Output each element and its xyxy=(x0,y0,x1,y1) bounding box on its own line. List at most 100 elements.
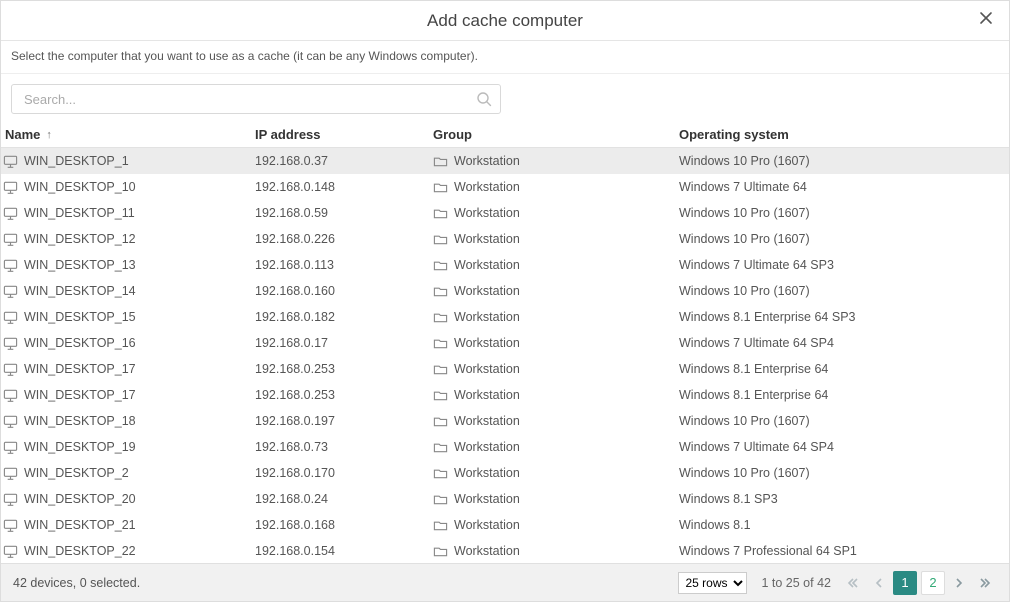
table-row[interactable]: WIN_DESKTOP_10192.168.0.148WorkstationWi… xyxy=(1,174,1009,200)
table-row[interactable]: WIN_DESKTOP_18192.168.0.197WorkstationWi… xyxy=(1,408,1009,434)
table-row[interactable]: WIN_DESKTOP_14192.168.0.160WorkstationWi… xyxy=(1,278,1009,304)
col-header-os[interactable]: Operating system xyxy=(679,127,1009,142)
cell-ip: 192.168.0.148 xyxy=(255,180,433,194)
close-icon xyxy=(979,11,993,25)
close-button[interactable] xyxy=(977,11,995,29)
monitor-icon xyxy=(3,440,18,455)
table-row[interactable]: WIN_DESKTOP_21192.168.0.168WorkstationWi… xyxy=(1,512,1009,538)
folder-icon xyxy=(433,388,448,403)
computer-name: WIN_DESKTOP_18 xyxy=(24,414,136,428)
search-row xyxy=(1,74,1009,122)
table-row[interactable]: WIN_DESKTOP_16192.168.0.17WorkstationWin… xyxy=(1,330,1009,356)
cell-name: WIN_DESKTOP_12 xyxy=(3,232,255,247)
monitor-icon xyxy=(3,284,18,299)
status-text: 42 devices, 0 selected. xyxy=(13,576,140,590)
cell-os: Windows 8.1 xyxy=(679,518,1009,532)
page-size-select[interactable]: 25 rows xyxy=(678,572,747,594)
group-name: Workstation xyxy=(454,414,520,428)
computer-name: WIN_DESKTOP_20 xyxy=(24,492,136,506)
cell-ip: 192.168.0.168 xyxy=(255,518,433,532)
group-name: Workstation xyxy=(454,310,520,324)
monitor-icon xyxy=(3,492,18,507)
folder-icon xyxy=(433,284,448,299)
monitor-icon xyxy=(3,414,18,429)
folder-icon xyxy=(433,336,448,351)
cell-name: WIN_DESKTOP_13 xyxy=(3,258,255,273)
cell-name: WIN_DESKTOP_18 xyxy=(3,414,255,429)
table-body[interactable]: WIN_DESKTOP_1192.168.0.37WorkstationWind… xyxy=(1,148,1009,563)
folder-icon xyxy=(433,440,448,455)
search-box[interactable] xyxy=(11,84,501,114)
cell-ip: 192.168.0.154 xyxy=(255,544,433,558)
monitor-icon xyxy=(3,310,18,325)
folder-icon xyxy=(433,206,448,221)
cell-group: Workstation xyxy=(433,440,679,455)
computer-name: WIN_DESKTOP_1 xyxy=(24,154,129,168)
col-header-group[interactable]: Group xyxy=(433,127,679,142)
range-text: 1 to 25 of 42 xyxy=(761,576,831,590)
table-row[interactable]: WIN_DESKTOP_17192.168.0.253WorkstationWi… xyxy=(1,356,1009,382)
cell-os: Windows 10 Pro (1607) xyxy=(679,154,1009,168)
computer-name: WIN_DESKTOP_13 xyxy=(24,258,136,272)
cell-os: Windows 10 Pro (1607) xyxy=(679,206,1009,220)
cell-ip: 192.168.0.253 xyxy=(255,362,433,376)
search-input[interactable] xyxy=(22,91,476,108)
computer-name: WIN_DESKTOP_17 xyxy=(24,362,136,376)
table-row[interactable]: WIN_DESKTOP_20192.168.0.24WorkstationWin… xyxy=(1,486,1009,512)
cell-os: Windows 10 Pro (1607) xyxy=(679,466,1009,480)
page-button-1[interactable]: 1 xyxy=(893,571,917,595)
group-name: Workstation xyxy=(454,544,520,558)
monitor-icon xyxy=(3,518,18,533)
cell-ip: 192.168.0.17 xyxy=(255,336,433,350)
cell-os: Windows 7 Professional 64 SP1 xyxy=(679,544,1009,558)
table-row[interactable]: WIN_DESKTOP_12192.168.0.226WorkstationWi… xyxy=(1,226,1009,252)
table-row[interactable]: WIN_DESKTOP_17192.168.0.253WorkstationWi… xyxy=(1,382,1009,408)
folder-icon xyxy=(433,518,448,533)
page-button-2[interactable]: 2 xyxy=(921,571,945,595)
cell-name: WIN_DESKTOP_1 xyxy=(3,154,255,169)
cell-name: WIN_DESKTOP_17 xyxy=(3,362,255,377)
next-page-button[interactable] xyxy=(947,571,971,595)
cell-group: Workstation xyxy=(433,258,679,273)
monitor-icon xyxy=(3,466,18,481)
monitor-icon xyxy=(3,336,18,351)
cell-ip: 192.168.0.253 xyxy=(255,388,433,402)
table-row[interactable]: WIN_DESKTOP_22192.168.0.154WorkstationWi… xyxy=(1,538,1009,563)
cell-group: Workstation xyxy=(433,336,679,351)
title-bar: Add cache computer xyxy=(1,1,1009,41)
computer-name: WIN_DESKTOP_2 xyxy=(24,466,129,480)
group-name: Workstation xyxy=(454,232,520,246)
monitor-icon xyxy=(3,388,18,403)
sort-asc-icon: ↑ xyxy=(46,129,52,141)
table-row[interactable]: WIN_DESKTOP_15192.168.0.182WorkstationWi… xyxy=(1,304,1009,330)
table-row[interactable]: WIN_DESKTOP_13192.168.0.113WorkstationWi… xyxy=(1,252,1009,278)
monitor-icon xyxy=(3,362,18,377)
cell-name: WIN_DESKTOP_2 xyxy=(3,466,255,481)
chevrons-left-icon xyxy=(846,576,860,590)
group-name: Workstation xyxy=(454,258,520,272)
group-name: Workstation xyxy=(454,284,520,298)
last-page-button[interactable] xyxy=(973,571,997,595)
folder-icon xyxy=(433,258,448,273)
group-name: Workstation xyxy=(454,466,520,480)
table-row[interactable]: WIN_DESKTOP_19192.168.0.73WorkstationWin… xyxy=(1,434,1009,460)
cell-os: Windows 8.1 Enterprise 64 SP3 xyxy=(679,310,1009,324)
first-page-button[interactable] xyxy=(841,571,865,595)
cell-name: WIN_DESKTOP_19 xyxy=(3,440,255,455)
table-row[interactable]: WIN_DESKTOP_1192.168.0.37WorkstationWind… xyxy=(1,148,1009,174)
cell-group: Workstation xyxy=(433,232,679,247)
monitor-icon xyxy=(3,258,18,273)
col-header-ip[interactable]: IP address xyxy=(255,127,433,142)
cell-name: WIN_DESKTOP_16 xyxy=(3,336,255,351)
table-row[interactable]: WIN_DESKTOP_11192.168.0.59WorkstationWin… xyxy=(1,200,1009,226)
table-row[interactable]: WIN_DESKTOP_2192.168.0.170WorkstationWin… xyxy=(1,460,1009,486)
cell-ip: 192.168.0.24 xyxy=(255,492,433,506)
cell-os: Windows 7 Ultimate 64 SP3 xyxy=(679,258,1009,272)
cell-ip: 192.168.0.73 xyxy=(255,440,433,454)
cell-os: Windows 10 Pro (1607) xyxy=(679,232,1009,246)
col-header-name[interactable]: Name ↑ xyxy=(3,127,255,142)
prev-page-button[interactable] xyxy=(867,571,891,595)
cell-name: WIN_DESKTOP_10 xyxy=(3,180,255,195)
folder-icon xyxy=(433,232,448,247)
group-name: Workstation xyxy=(454,206,520,220)
